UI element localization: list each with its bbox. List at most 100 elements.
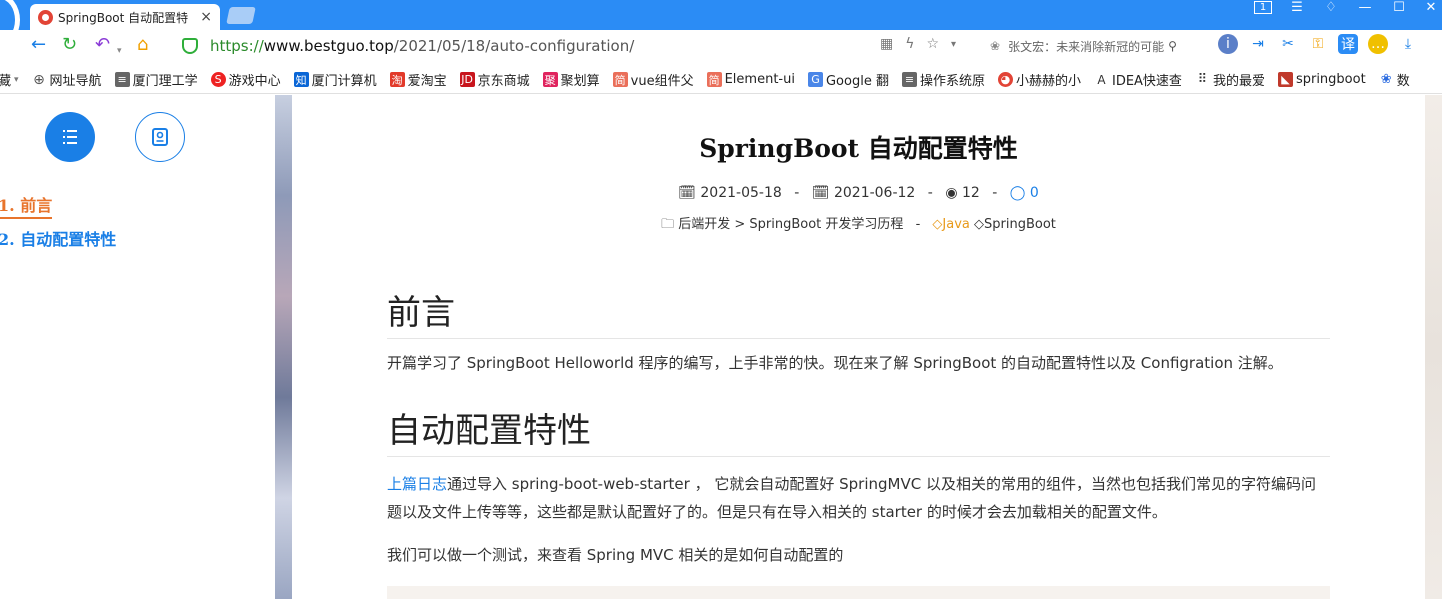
bookmark-item[interactable]: ◕ 小赫赫的小	[997, 70, 1081, 89]
menu-icon[interactable]: ☰	[1288, 0, 1306, 15]
zhihu-icon: 知	[293, 72, 309, 87]
auto-config-text: 通过导入 spring-boot-web-starter ， 它就会自动配置好 …	[387, 475, 1316, 521]
undo-dropdown-icon[interactable]: ▾	[117, 40, 122, 62]
bookmark-item[interactable]: ◣ springboot	[1277, 72, 1366, 87]
previous-post-link[interactable]: 上篇日志	[387, 475, 447, 493]
tab-close-button[interactable]: ×	[200, 9, 212, 25]
comment-count[interactable]: 0	[1030, 185, 1039, 201]
bookmark-item[interactable]: 藏▾	[0, 70, 19, 89]
document-icon: ≡	[901, 72, 917, 87]
lightning-icon[interactable]: ϟ	[905, 36, 914, 52]
post-meta: 🗓 2021-05-18 - 🗓 2021-06-12 - ◉ 12 - ◯ 0	[292, 185, 1425, 201]
calendar-updated-icon: 🗓	[811, 185, 830, 201]
ext-info-icon[interactable]: i	[1218, 34, 1238, 54]
star-icon[interactable]: ☆	[926, 36, 939, 52]
close-window-icon[interactable]: ✕	[1422, 0, 1440, 15]
ext-login-icon[interactable]: ⇥	[1248, 34, 1268, 54]
skin-icon[interactable]: ♢	[1322, 0, 1340, 15]
bookmark-item[interactable]: ⊕ 网址导航	[32, 70, 101, 90]
qr-code-icon[interactable]: ▦	[880, 36, 893, 52]
address-bar[interactable]: https://www.bestguo.top/2021/05/18/auto-…	[170, 33, 978, 59]
page-viewport: 1. 前言 2. 自动配置特性 SpringBoot 自动配置特性 🗓 2021…	[0, 95, 1442, 599]
document-icon: ≡	[114, 72, 130, 87]
back-icon[interactable]: ←	[31, 34, 46, 56]
meta-separator: -	[927, 185, 933, 201]
grid-icon: ⠿	[1197, 72, 1208, 87]
search-icon[interactable]: ⚲	[1168, 39, 1177, 53]
paw-icon: ❀	[990, 39, 1001, 53]
avatar-icon: ◕	[997, 72, 1013, 87]
bookmark-item[interactable]: S 游戏中心	[210, 70, 281, 89]
bookmark-item[interactable]: 淘爱淘宝	[389, 70, 447, 89]
created-date: 2021-05-18	[700, 185, 782, 201]
bookmark-item[interactable]: JD 京东商城	[459, 70, 530, 89]
post-title: SpringBoot 自动配置特性	[699, 134, 1018, 163]
idea-icon: A	[1097, 72, 1106, 87]
refresh-icon[interactable]: ↻	[62, 34, 77, 56]
comment-icon[interactable]: ◯	[1010, 185, 1026, 201]
sidebar: 1. 前言 2. 自动配置特性	[0, 95, 275, 599]
bookmark-item[interactable]: 简 Element-ui	[706, 72, 795, 87]
folder-icon: 🗀	[661, 217, 675, 232]
meta-separator: -	[915, 217, 921, 232]
jd-icon: JD	[459, 72, 475, 87]
toc-button[interactable]	[45, 112, 95, 162]
undo-icon[interactable]: ↶	[95, 34, 110, 56]
post-content: SpringBoot 自动配置特性 🗓 2021-05-18 - 🗓 2021-…	[292, 95, 1425, 599]
toc-item-auto-config[interactable]: 2. 自动配置特性	[0, 226, 116, 250]
translate-ext-icon[interactable]: 译	[1338, 34, 1358, 54]
home-icon[interactable]: ⌂	[137, 34, 148, 56]
favicon-icon	[38, 9, 53, 25]
jianshu-icon: 简	[612, 72, 628, 87]
list-icon	[63, 130, 77, 144]
bookmark-item[interactable]: ⠿ 我的最爱	[1195, 70, 1265, 89]
taobao-icon: 淘	[389, 72, 405, 87]
bookmark-item[interactable]: G Google 翻	[807, 70, 889, 89]
bookmark-item[interactable]: 聚聚划算	[542, 70, 600, 89]
window-counter[interactable]: 1	[1254, 1, 1272, 14]
maximize-icon[interactable]: ☐	[1390, 0, 1408, 15]
overview-button[interactable]	[135, 112, 185, 162]
test-paragraph: 我们可以做一个测试，来查看 Spring MVC 相关的是如何自动配置的	[387, 546, 844, 564]
more-icon[interactable]: …	[1368, 34, 1388, 54]
tag-icon: ◇	[932, 217, 943, 232]
scissors-icon[interactable]: ✂	[1278, 34, 1298, 54]
tag-java[interactable]: Java	[942, 217, 969, 232]
meta-separator: -	[794, 185, 800, 201]
bookmark-item[interactable]: ≡ 操作系统原	[901, 70, 985, 89]
address-bar-actions: ▦ ϟ ☆ ▾	[880, 36, 956, 52]
search-suggestion[interactable]: ❀ 张文宏：未来消除新冠的可能 ⚲	[990, 36, 1200, 56]
background-illustration	[275, 95, 292, 599]
section-heading-preface: 前言	[387, 285, 1330, 339]
translate-icon: G	[807, 72, 823, 87]
bookmark-item[interactable]: A IDEA快速查	[1094, 70, 1182, 90]
bookmarks-bar: 藏▾ ⊕网址导航 ≡厦门理工学 S游戏中心 知厦门计算机 淘爱淘宝 JD京东商城…	[0, 66, 1442, 94]
bookmark-item[interactable]: ≡ 厦门理工学	[114, 70, 198, 89]
tab-active[interactable]: SpringBoot 自动配置特 ×	[30, 4, 220, 30]
bookmark-item[interactable]: ❀ 数	[1379, 70, 1410, 89]
globe-icon: ⊕	[33, 71, 45, 88]
post-categories: 🗀 后端开发 > SpringBoot 开发学习历程 - ◇Java ◇Spri…	[292, 213, 1425, 237]
section-heading-auto-config: 自动配置特性	[387, 403, 1330, 457]
bookmark-item[interactable]: 简 vue组件父	[612, 70, 694, 89]
dropdown-icon[interactable]: ▾	[951, 39, 956, 52]
background-illustration-right	[1425, 95, 1442, 599]
springboot-icon: ◣	[1277, 72, 1293, 87]
auto-config-paragraph: 上篇日志通过导入 spring-boot-web-starter ， 它就会自动…	[387, 470, 1330, 526]
tab-title: SpringBoot 自动配置特	[58, 10, 189, 25]
preface-paragraph: 开篇学习了 SpringBoot Helloworld 程序的编写，上手非常的快…	[387, 354, 1283, 372]
download-icon[interactable]: ⤓	[1398, 34, 1418, 54]
bookmark-item[interactable]: 知厦门计算机	[293, 70, 377, 89]
updated-date: 2021-06-12	[833, 185, 916, 201]
url-text[interactable]: https://www.bestguo.top/2021/05/18/auto-…	[210, 37, 634, 55]
tag-springboot[interactable]: SpringBoot	[984, 217, 1056, 232]
key-icon[interactable]: ⚿	[1308, 34, 1328, 54]
new-tab-button[interactable]	[226, 7, 256, 24]
paw-icon: ❀	[1380, 72, 1392, 87]
category-path[interactable]: 后端开发 > SpringBoot 开发学习历程	[678, 217, 903, 232]
minimize-icon[interactable]: —	[1356, 0, 1374, 15]
tag-icon: ◇	[974, 217, 985, 232]
game-icon: S	[210, 72, 226, 87]
toc-item-preface[interactable]: 1. 前言	[0, 192, 53, 219]
profile-card-icon	[152, 128, 168, 146]
